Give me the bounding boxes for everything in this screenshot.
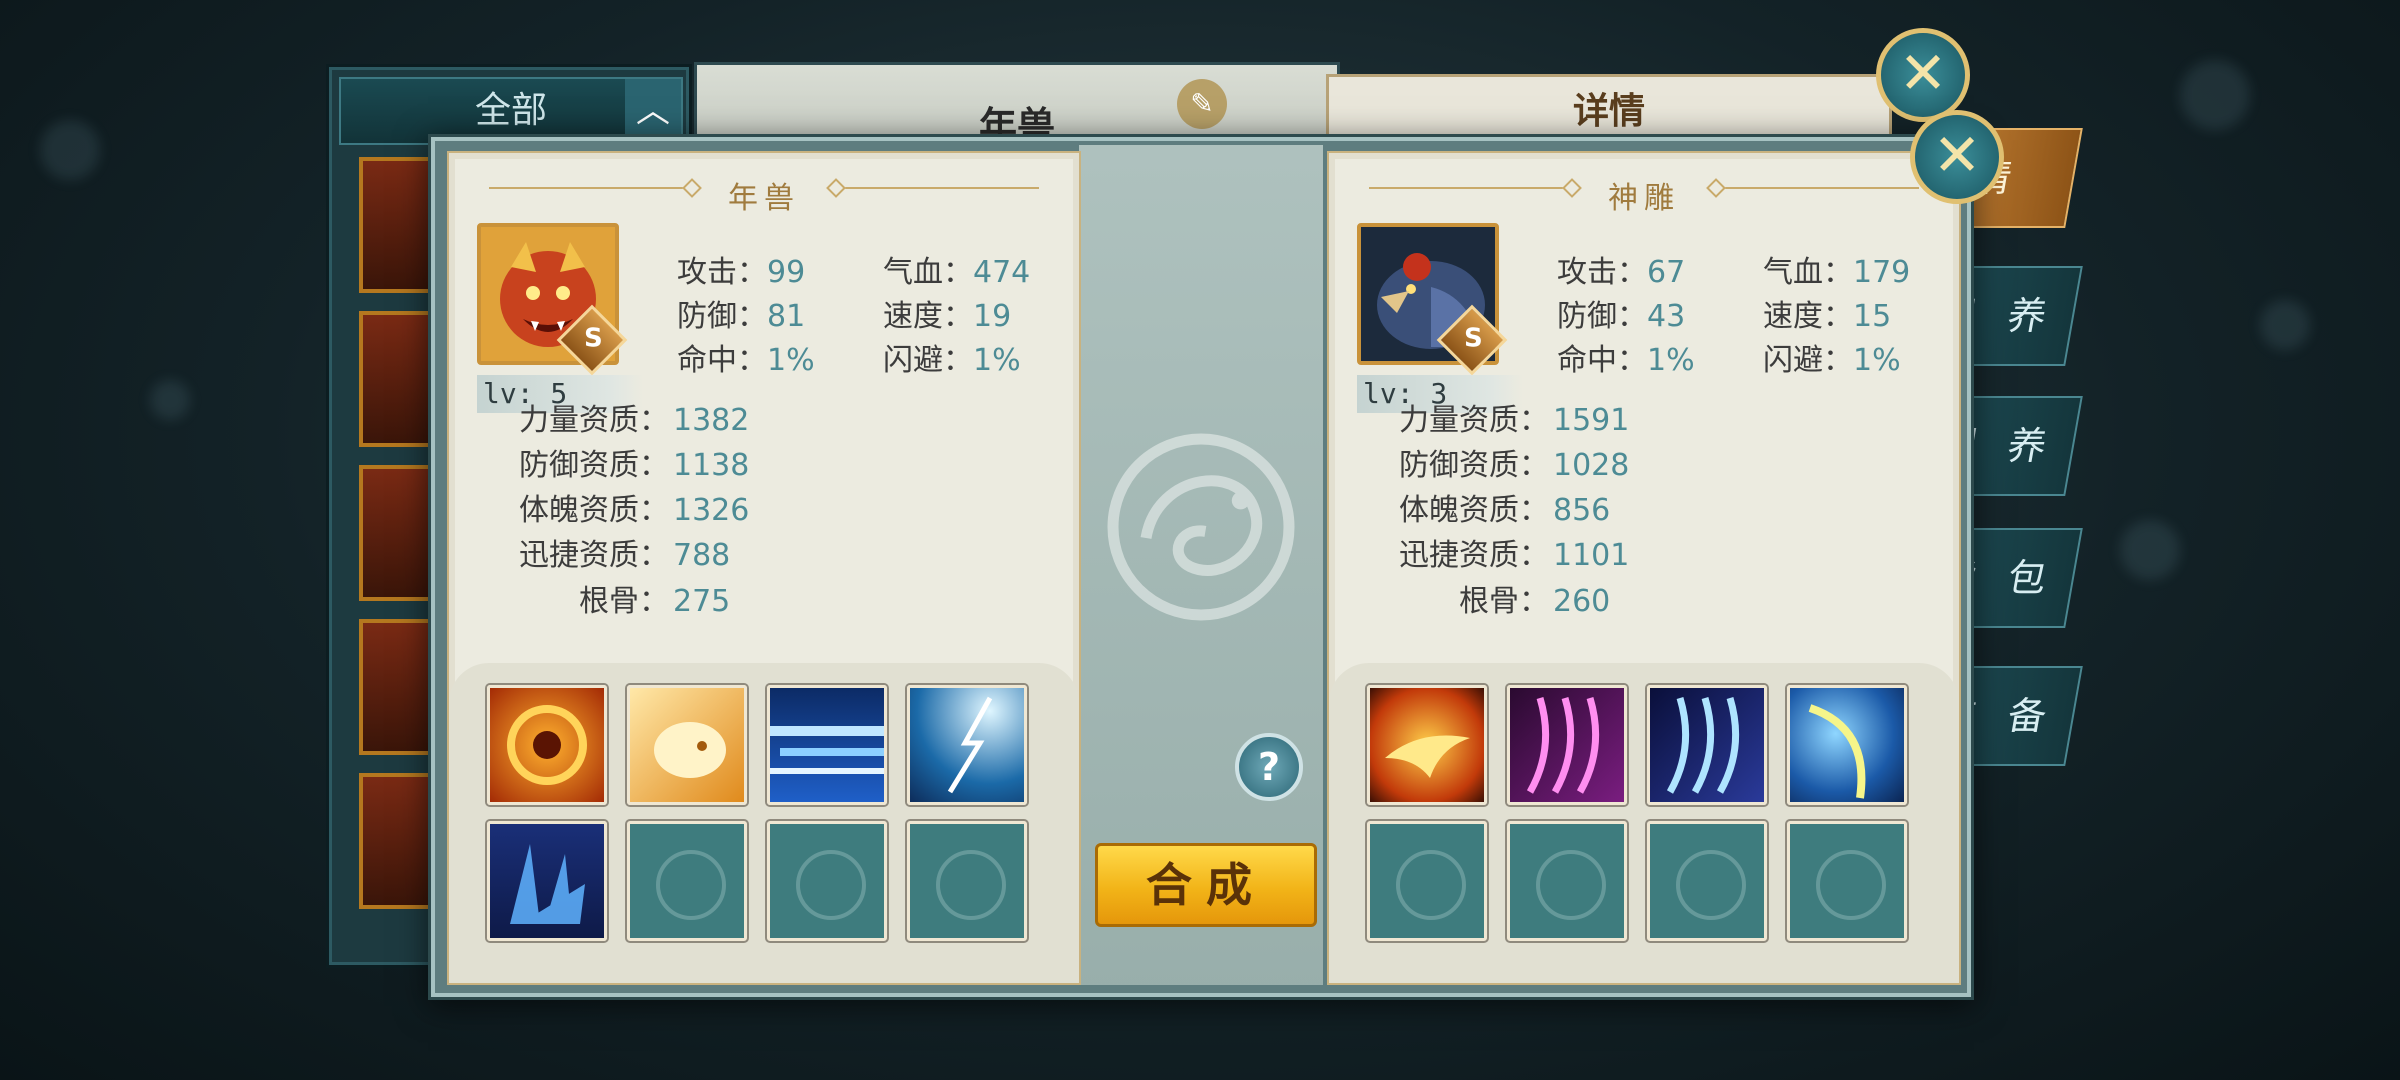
empty-skill-slot[interactable] [1787,821,1907,941]
empty-skill-slot[interactable] [1647,821,1767,941]
aptitude-strength: 力量资质： 1591 [1399,403,1630,438]
right-pet-card: 神雕 S lv: 3 攻击：67 气血：179 防御：43 速度：15 命中：1… [1327,151,1961,985]
golden-lion-skill-icon[interactable] [627,685,747,805]
pet-name: 年兽 [728,181,800,216]
stat-speed: 速度：19 [883,299,1012,334]
background-light [2180,60,2250,130]
pet-merge-dialog: 年兽 S lv: 5 攻击：99 气血：474 防御：81 速度：19 命中：1… [428,134,1974,1000]
aptitude-constitution: 体魄资质： 856 [1399,493,1611,528]
pet-filter-label: 全部 [474,90,547,131]
help-button[interactable]: ? [1235,733,1303,801]
aptitude-strength: 力量资质： 1382 [519,403,750,438]
stat-attack: 攻击：99 [677,255,806,290]
stat-attack: 攻击：67 [1557,255,1686,290]
background-light [2260,300,2310,350]
left-pet-card: 年兽 S lv: 5 攻击：99 气血：474 防御：81 速度：19 命中：1… [447,151,1081,985]
empty-skill-slot[interactable] [1507,821,1627,941]
aptitude-defense: 防御资质： 1028 [1399,448,1630,483]
ice-shard-skill-icon[interactable] [487,821,607,941]
stat-defense: 防御：43 [1557,299,1686,334]
aptitude-root: 根骨： 275 [579,584,731,619]
empty-skill-slot[interactable] [767,821,887,941]
lightning-skill-icon[interactable] [907,685,1027,805]
stat-hp: 气血：474 [883,255,1031,290]
stat-hp: 气血：179 [1763,255,1911,290]
stat-speed: 速度：15 [1763,299,1892,334]
aptitude-agility: 迅捷资质： 1101 [1399,538,1630,573]
phoenix-skill-icon[interactable] [1367,685,1487,805]
merge-button[interactable]: 合成 [1095,843,1317,927]
aptitude-root: 根骨： 260 [1459,584,1611,619]
close-icon[interactable]: ✕ [1876,28,1970,122]
stat-dodge: 闪避：1% [1763,343,1901,378]
wind-slash-skill-icon[interactable] [1787,685,1907,805]
dragon-emblem-icon [1107,433,1295,621]
aptitude-agility: 迅捷资质： 788 [519,538,731,573]
close-icon[interactable]: ✕ [1910,110,2004,204]
edit-icon[interactable]: ✎ [1177,79,1227,129]
empty-skill-slot[interactable] [627,821,747,941]
aptitude-defense: 防御资质： 1138 [519,448,750,483]
pet-name: 神雕 [1608,181,1680,216]
aptitude-constitution: 体魄资质： 1326 [519,493,750,528]
blue-claw-skill-icon[interactable] [1647,685,1767,805]
background-light [2120,520,2180,580]
pink-claw-skill-icon[interactable] [1507,685,1627,805]
stat-hit: 命中：1% [1557,343,1695,378]
stat-hit: 命中：1% [677,343,815,378]
background-light [150,380,190,420]
stat-dodge: 闪避：1% [883,343,1021,378]
background-light [40,120,100,180]
empty-skill-slot[interactable] [1367,821,1487,941]
skill-grid [1329,663,1959,983]
empty-skill-slot[interactable] [907,821,1027,941]
fire-orb-skill-icon[interactable] [487,685,607,805]
stat-defense: 防御：81 [677,299,806,334]
skill-grid [449,663,1079,983]
light-dash-skill-icon[interactable] [767,685,887,805]
